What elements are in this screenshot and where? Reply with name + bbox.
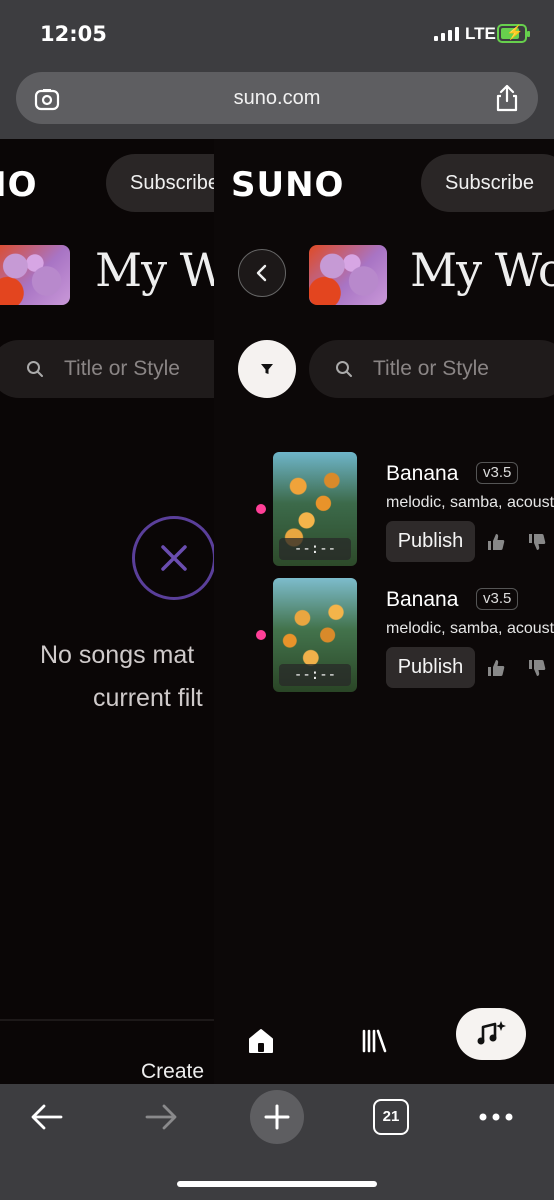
suno-logo: IO [0, 165, 38, 205]
song-duration: --:-- [279, 538, 351, 560]
page-title: My Work [410, 243, 554, 297]
network-label: LTE [465, 24, 496, 43]
search-placeholder: Title or Style [373, 357, 489, 380]
address-bar[interactable]: suno.com [16, 72, 538, 124]
page-title: My Wo [95, 243, 214, 297]
song-row[interactable]: --:-- Banana v3.5 melodic, samba, acoust… [214, 578, 554, 694]
version-badge: v3.5 [476, 588, 519, 610]
status-bar: 12:05 LTE ⚡ [0, 0, 554, 66]
search-placeholder: Title or Style [64, 357, 180, 380]
avatar [0, 245, 70, 305]
back-button[interactable] [238, 249, 286, 297]
back-arrow-icon[interactable] [29, 1102, 65, 1132]
song-tags: melodic, samba, acoustic [386, 494, 554, 511]
new-tab-button[interactable] [250, 1090, 304, 1144]
share-icon[interactable] [494, 84, 520, 112]
filter-button[interactable] [238, 340, 296, 398]
thumbs-up-icon[interactable] [486, 658, 506, 678]
avatar [309, 245, 387, 305]
search-icon [336, 361, 352, 377]
home-indicator [177, 1181, 377, 1187]
song-title[interactable]: Banana [386, 462, 458, 486]
new-indicator-dot [256, 630, 266, 640]
subscribe-button[interactable]: Subscribe [106, 154, 214, 212]
current-page-card[interactable]: SUNO Subscribe My Work Title or Style --… [214, 139, 554, 1084]
thumbs-down-icon[interactable] [527, 658, 547, 678]
thumbs-down-icon[interactable] [527, 532, 547, 552]
song-tags: melodic, samba, acoustic [386, 620, 554, 637]
home-icon[interactable] [246, 1026, 276, 1056]
song-row[interactable]: --:-- Banana v3.5 melodic, samba, acoust… [214, 452, 554, 568]
empty-state-message: No songs mat current filt [40, 641, 203, 712]
app-switcher: IO Subscribe My Wo Title or Style No son… [0, 139, 554, 1084]
song-cover[interactable]: --:-- [273, 452, 357, 566]
browser-toolbar: 21 [0, 1084, 554, 1200]
subscribe-button[interactable]: Subscribe [421, 154, 554, 212]
version-badge: v3.5 [476, 462, 519, 484]
song-duration: --:-- [279, 664, 351, 686]
status-time: 12:05 [40, 22, 107, 46]
plus-icon [264, 1104, 290, 1130]
chevron-left-icon [256, 264, 267, 282]
thumbs-up-icon[interactable] [486, 532, 506, 552]
song-title[interactable]: Banana [386, 588, 458, 612]
suno-logo[interactable]: SUNO [231, 165, 344, 205]
search-input[interactable]: Title or Style [0, 340, 214, 398]
previous-page-card[interactable]: IO Subscribe My Wo Title or Style No son… [0, 139, 214, 1084]
new-indicator-dot [256, 504, 266, 514]
search-icon [27, 361, 43, 377]
create-button[interactable] [456, 1008, 526, 1060]
browser-address-area: suno.com [0, 66, 554, 139]
signal-icon [434, 27, 459, 41]
no-results-icon [132, 516, 214, 600]
battery-icon: ⚡ [497, 24, 530, 43]
song-cover[interactable]: --:-- [273, 578, 357, 692]
filter-icon [261, 364, 273, 374]
bottom-nav [214, 1008, 554, 1084]
more-icon[interactable] [478, 1112, 514, 1122]
search-input[interactable]: Title or Style [309, 340, 554, 398]
forward-arrow-icon[interactable] [143, 1102, 179, 1132]
library-icon[interactable] [359, 1026, 389, 1056]
publish-button[interactable]: Publish [386, 521, 475, 562]
music-sparkle-icon [477, 1021, 506, 1045]
publish-button[interactable]: Publish [386, 647, 475, 688]
tab-switcher-button[interactable]: 21 [373, 1099, 409, 1135]
create-label[interactable]: Create [141, 1060, 204, 1084]
url-text[interactable]: suno.com [16, 87, 538, 110]
